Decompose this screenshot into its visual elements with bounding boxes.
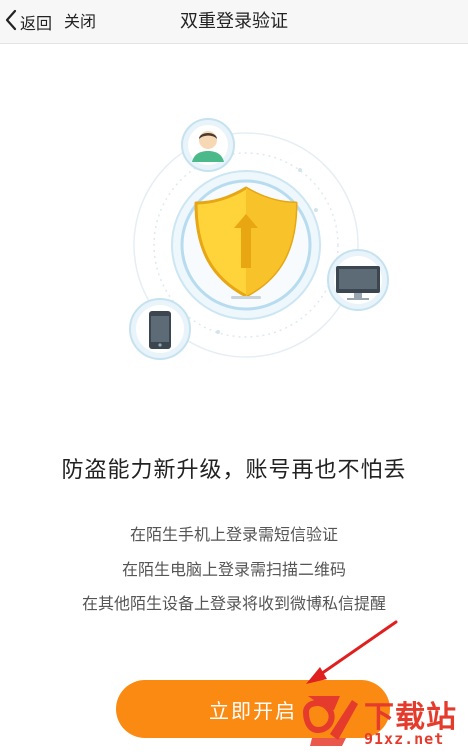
watermark-url: 91xz.net (364, 730, 445, 748)
navigation-bar: 返回 关闭 双重登录验证 (0, 0, 468, 44)
description-sms: 在陌生手机上登录需短信验证 (129, 525, 338, 544)
watermark-logo-icon (302, 696, 358, 746)
user-avatar-icon (181, 118, 235, 172)
description-message: 在其他陌生设备上登录将收到微博私信提醒 (81, 594, 386, 613)
watermark: 下载站 91xz.net (300, 690, 468, 755)
description-qrcode: 在陌生电脑上登录需扫描二维码 (121, 560, 346, 579)
monitor-icon (327, 249, 389, 311)
security-illustration (129, 118, 389, 360)
headline: 防盗能力新升级，账号再也不怕丢 (61, 458, 407, 483)
page-title: 双重登录验证 (180, 11, 288, 32)
smartphone-icon (129, 298, 191, 360)
